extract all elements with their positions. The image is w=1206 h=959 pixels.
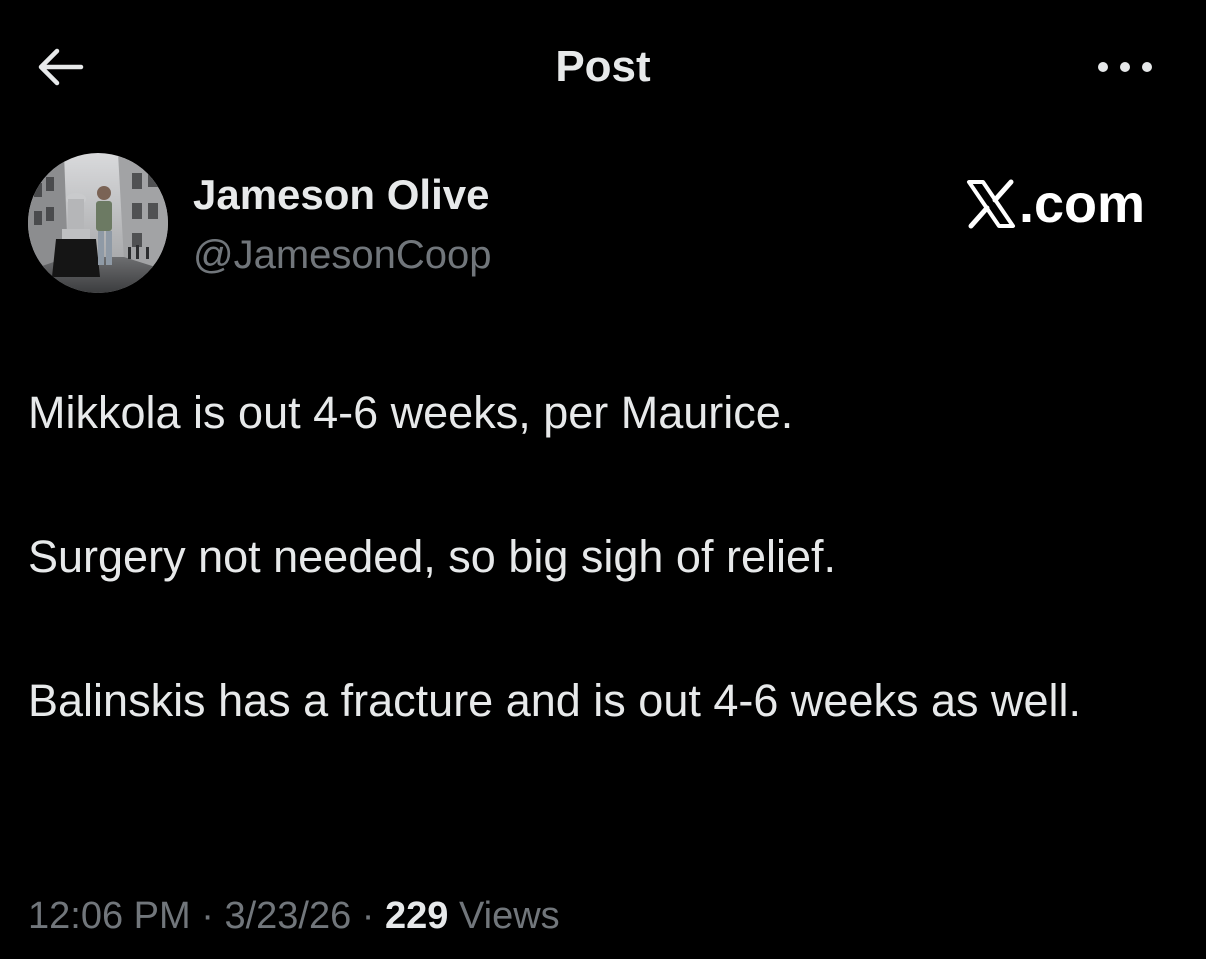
more-options-button[interactable] [1080,38,1170,96]
page-title: Post [555,42,651,91]
author-display-name[interactable]: Jameson Olive [193,170,489,220]
views-label: Views [448,895,560,937]
post-body: Mikkola is out 4-6 weeks, per Maurice. S… [28,377,1188,737]
brand-text: .com [1019,174,1146,234]
avatar-photo [28,153,168,293]
views-count[interactable]: 229 [385,895,448,937]
post-time[interactable]: 12:06 PM [28,895,191,937]
post-meta: 12:06 PM · 3/23/26 · 229 Views [28,888,560,944]
post-paragraph: Surgery not needed, so big sigh of relie… [28,531,837,582]
meta-separator: · [351,895,386,937]
author-handle[interactable]: @JamesonCoop [193,230,492,280]
more-horizontal-icon [1098,62,1152,72]
avatar[interactable] [28,153,168,293]
author-row: Jameson Olive @JamesonCoop .com [0,150,1206,300]
meta-separator: · [190,895,225,937]
brand-watermark: .com [965,174,1165,234]
post-date[interactable]: 3/23/26 [224,895,351,937]
top-bar: Post [0,0,1206,134]
post-paragraph: Mikkola is out 4-6 weeks, per Maurice. [28,387,794,438]
post-paragraph: Balinskis has a fracture and is out 4-6 … [28,675,1081,726]
x-logo-icon [967,179,1015,229]
